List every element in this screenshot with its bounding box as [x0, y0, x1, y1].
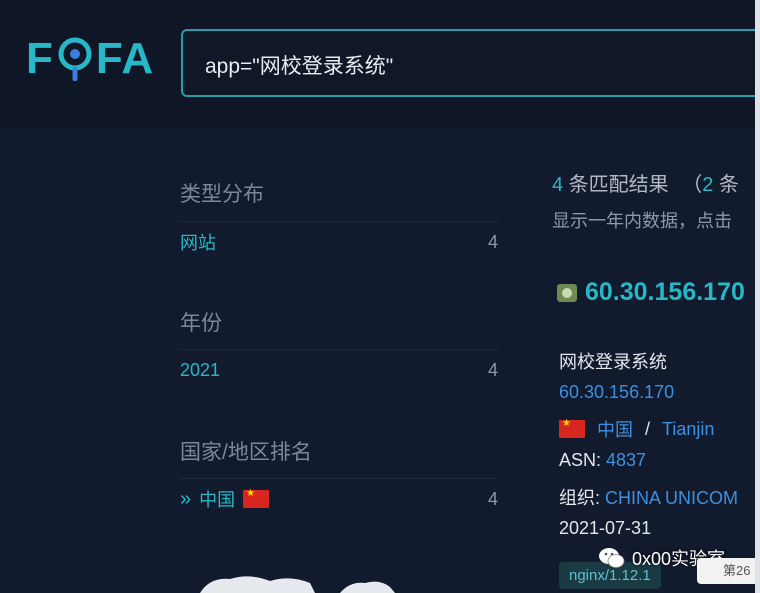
extra-count: 2 — [702, 174, 714, 196]
header-bar: F FA — [0, 0, 760, 128]
location-separator: / — [645, 418, 651, 439]
world-map-preview — [200, 576, 395, 593]
result-org: 组织: CHINA UNICOM — [559, 484, 738, 510]
result-city-link[interactable]: Tianjin — [662, 419, 714, 440]
result-ip-link[interactable]: 60.30.156.170 — [559, 382, 674, 403]
org-label: 组织: — [559, 488, 606, 508]
result-count: 4 — [552, 174, 564, 196]
china-flag-icon — [243, 488, 270, 508]
org-link[interactable]: CHINA UNICOM — [605, 488, 738, 508]
magnifier-icon — [56, 34, 94, 84]
time-range-note: 显示一年内数据，点击 — [552, 211, 732, 231]
fofa-logo[interactable]: F FA — [26, 34, 154, 84]
filter-item-website[interactable]: 网站 4 — [180, 221, 498, 262]
result-site-title: 网校登录系统 — [559, 352, 667, 372]
filter-label-2021: 2021 — [180, 359, 221, 380]
filter-label-china: 中国 — [199, 490, 236, 510]
logo-letter-left: F — [26, 34, 54, 83]
section-title-year: 年份 — [180, 312, 222, 335]
filter-count-website: 4 — [487, 231, 498, 252]
result-ip-title[interactable]: 60.30.156.170 — [585, 278, 745, 307]
china-flag-icon — [559, 418, 585, 438]
asn-label: ASN: — [559, 450, 607, 470]
extra-text: 条 — [713, 174, 739, 196]
result-count-line: 4 条匹配结果 （2 条 — [552, 168, 760, 197]
result-ip-header[interactable]: 60.30.156.170 — [557, 278, 745, 307]
section-country: 国家/地区排名 — [180, 433, 312, 473]
extra-open: （ — [682, 174, 703, 196]
result-count-text: 条匹配结果 — [563, 174, 669, 196]
results-summary: 4 条匹配结果 （2 条 显示一年内数据，点击 — [552, 168, 760, 233]
section-title-country: 国家/地区排名 — [180, 441, 312, 464]
result-asn: ASN: 4837 — [559, 450, 646, 471]
asn-link[interactable]: 4837 — [606, 450, 646, 470]
section-type: 类型分布 — [180, 175, 264, 215]
filter-label-china-group: » 中国 — [180, 486, 270, 512]
result-country-link[interactable]: 中国 — [597, 416, 633, 442]
filter-count-china: 4 — [487, 488, 498, 509]
filter-item-china[interactable]: » 中国 4 — [180, 478, 498, 519]
wechat-icon — [599, 548, 625, 568]
site-favicon-icon — [557, 283, 577, 302]
logo-letter-right: FA — [95, 34, 155, 83]
filter-count-2021: 4 — [487, 359, 498, 380]
double-chevron-right-icon: » — [180, 487, 192, 510]
section-year: 年份 — [180, 304, 222, 344]
window-edge — [755, 0, 760, 593]
page-indicator: 第26 — [697, 558, 760, 584]
search-input[interactable] — [203, 49, 747, 81]
filter-label-website: 网站 — [180, 233, 216, 253]
filter-item-2021[interactable]: 2021 4 — [180, 349, 498, 390]
search-box[interactable] — [181, 29, 760, 97]
section-title-type: 类型分布 — [180, 183, 264, 206]
result-location: 中国 / Tianjin — [559, 416, 714, 442]
result-date: 2021-07-31 — [559, 518, 652, 538]
